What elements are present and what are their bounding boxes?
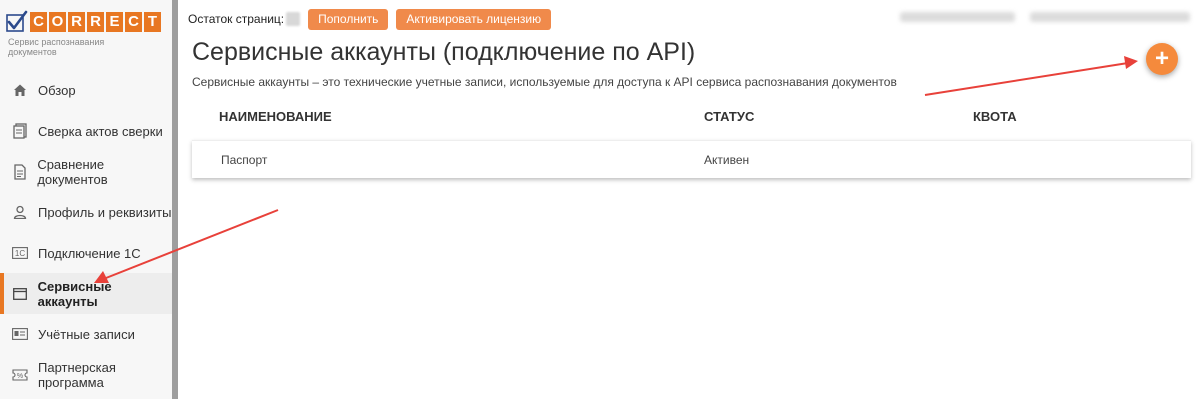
logo-letter: R [68,12,85,32]
checkmark-logo-icon [6,10,28,32]
sidebar-item-compare[interactable]: Сравнение документов [0,151,172,192]
pages-remaining-label: Остаток страниц: [188,12,285,26]
arrow-to-add-button [924,56,1138,96]
row-status: Активен [704,153,750,167]
sidebar-item-label: Сравнение документов [37,156,108,187]
logo-letter: E [106,12,123,32]
document-icon [12,123,28,139]
user-email-redacted[interactable] [1030,12,1190,22]
add-service-account-button[interactable]: + [1146,43,1178,75]
logo-letter: C [30,12,47,32]
sidebar-item-label: Профиль и реквизиты [38,204,172,220]
column-header-quota[interactable]: КВОТА [973,109,1017,124]
sidebar-item-partner[interactable]: % Партнерская программа [0,355,172,396]
sidebar-item-label: Учётные записи [38,326,135,342]
sidebar-item-overview[interactable]: Обзор [0,70,172,111]
1c-icon: 1C [12,245,28,261]
table-row[interactable]: Паспорт Активен [192,140,1191,178]
logo-letter: O [49,12,66,32]
sidebar-item-service-accounts[interactable]: Сервисные аккаунты [0,273,172,315]
sidebar-item-label: Сверка актов сверки [38,123,163,139]
home-icon [12,82,28,98]
logo-letter: C [125,12,142,32]
percent-ticket-icon: % [12,367,28,383]
table-header: НАИМЕНОВАНИЕ СТАТУС КВОТА [192,100,1191,134]
sidebar-item-label: Сервисные аккаунты [37,278,112,309]
user-info-redacted[interactable] [900,12,1015,22]
svg-text:1C: 1C [15,249,25,258]
sidebar-scrollbar[interactable] [172,0,178,399]
logo-letter: T [144,12,161,32]
sidebar-item-accounts[interactable]: Учётные записи [0,314,172,355]
sidebar-item-label: Партнерская программа [38,360,116,391]
top-bar: Остаток страниц: Пополнить Активировать … [188,8,552,30]
pages-remaining-value [286,12,301,26]
activate-license-button[interactable]: Активировать лицензию [396,8,552,30]
topup-button[interactable]: Пополнить [308,8,389,30]
sidebar-item-1c[interactable]: 1C Подключение 1С [0,233,172,274]
logo-tagline: Сервис распознавания документов [8,37,105,57]
sidebar-item-reconciliation[interactable]: Сверка актов сверки [0,111,172,152]
page-title: Сервисные аккаунты (подключение по API) [192,38,696,66]
sidebar-item-profile[interactable]: Профиль и реквизиты [0,192,172,233]
row-name: Паспорт [221,153,268,167]
sidebar-item-label: Обзор [38,82,76,98]
sidebar-item-label: Подключение 1С [38,245,141,261]
svg-text:%: % [17,373,23,380]
compare-documents-icon [12,164,27,180]
logo[interactable]: C O R R E C T Сервис распознавания докум… [6,10,166,60]
column-header-status[interactable]: СТАТУС [704,109,754,124]
user-icon [12,204,28,220]
page-description: Сервисные аккаунты – это технические уче… [192,75,897,89]
sidebar: C O R R E C T Сервис распознавания докум… [0,0,172,399]
id-card-icon [12,326,28,342]
logo-letter: R [87,12,104,32]
sidebar-nav: Обзор Сверка актов сверки Сравнение доку… [0,70,172,396]
window-icon [12,286,28,302]
column-header-name[interactable]: НАИМЕНОВАНИЕ [219,109,332,124]
logo-wordmark: C O R R E C T [30,12,161,32]
